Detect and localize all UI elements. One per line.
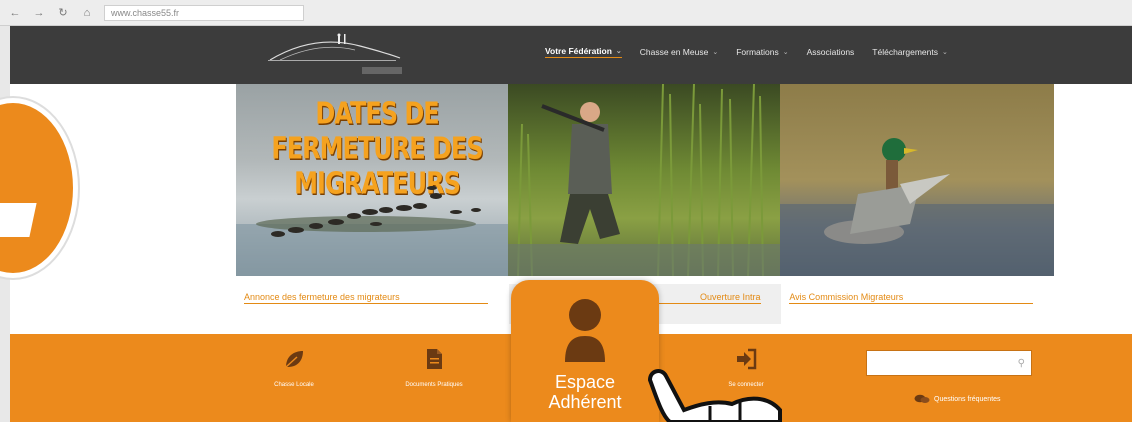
logo-tag (362, 67, 402, 74)
mallard-duck-image (780, 138, 1054, 276)
hunter-in-reeds-image (508, 84, 780, 276)
chevron-down-icon: ⌄ (941, 49, 948, 56)
circle-notch (0, 203, 37, 237)
hero-panel-migrateurs[interactable]: DATES DE FERMETURE DES MIGRATEURS (236, 84, 508, 276)
main-nav: Votre Fédération ⌄ Chasse en Meuse ⌄ For… (545, 46, 948, 58)
nav-item-associations[interactable]: Associations (807, 46, 855, 58)
nav-item-formations[interactable]: Formations ⌄ (736, 46, 788, 58)
user-avatar-icon (565, 299, 605, 362)
site-logo[interactable] (260, 32, 408, 78)
hero-slider: DATES DE FERMETURE DES MIGRATEURS (236, 84, 1054, 276)
caption-cell: Annonce des fermeture des migrateurs (236, 284, 509, 324)
document-icon (427, 349, 442, 369)
nav-item-chasse[interactable]: Chasse en Meuse ⌄ (640, 46, 718, 58)
chevron-down-icon: ⌄ (712, 49, 719, 56)
nav-item-federation[interactable]: Votre Fédération ⌄ (545, 46, 622, 58)
mountain-logo-icon (269, 33, 401, 61)
quick-link-chasse-locale[interactable]: Chasse Locale (254, 348, 334, 389)
address-bar[interactable]: www.chasse55.fr (104, 4, 304, 21)
caption-link-fermeture[interactable]: Annonce des fermeture des migrateurs (244, 292, 488, 304)
chevron-down-icon: ⌄ (615, 48, 622, 55)
search-input[interactable] (867, 353, 1018, 373)
forward-icon[interactable]: → (32, 6, 46, 20)
search-box: ⚲ (866, 350, 1032, 376)
nav-item-telechargements[interactable]: Téléchargements ⌄ (872, 46, 948, 58)
hero-panel-mallard[interactable] (780, 84, 1054, 276)
site-header: Votre Fédération ⌄ Chasse en Meuse ⌄ For… (10, 26, 1132, 84)
espace-adherent-button[interactable]: Espace Adhérent (511, 280, 659, 422)
reload-icon[interactable]: ↻ (56, 6, 70, 20)
chevron-down-icon: ⌄ (782, 49, 789, 56)
faq-link[interactable]: Questions fréquentes (914, 394, 1001, 404)
home-icon[interactable]: ⌂ (80, 6, 94, 20)
ducks-on-water-image (236, 186, 508, 276)
back-icon[interactable]: ← (8, 6, 22, 20)
browser-toolbar: ← → ↻ ⌂ www.chasse55.fr (0, 0, 1132, 26)
chat-bubbles-icon (914, 394, 930, 403)
logo-divider (268, 60, 396, 61)
search-icon[interactable]: ⚲ (1018, 358, 1025, 369)
caption-cell: Avis Commission Migrateurs (781, 284, 1054, 324)
hero-panel-hunter[interactable] (508, 84, 780, 276)
caption-link-avis[interactable]: Avis Commission Migrateurs (789, 292, 1034, 304)
leaf-icon (285, 351, 303, 368)
decorative-circle (0, 98, 78, 278)
pointer-hand-icon (647, 369, 782, 422)
espace-adherent-label: Espace Adhérent (548, 372, 622, 412)
quick-link-documents[interactable]: Documents Pratiques (394, 348, 474, 389)
url-text: www.chasse55.fr (111, 7, 180, 18)
